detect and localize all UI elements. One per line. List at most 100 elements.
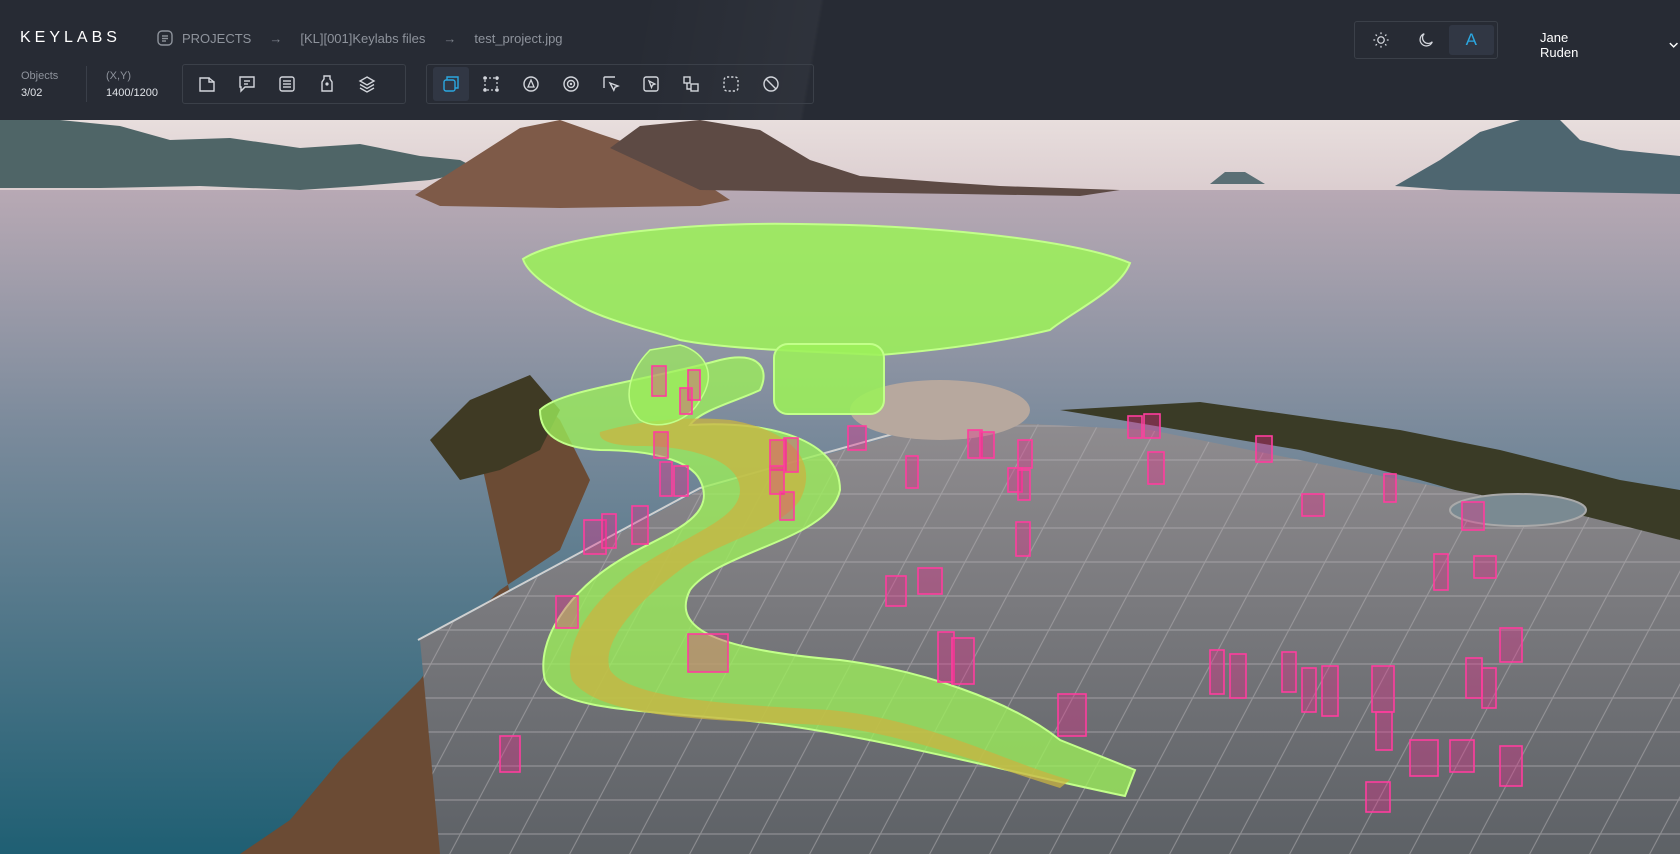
person-bbox[interactable] — [1365, 781, 1391, 813]
person-bbox[interactable] — [1383, 473, 1397, 503]
bounding-box-icon — [443, 76, 459, 92]
tool-bounding-box[interactable] — [433, 67, 469, 101]
tool-tag[interactable] — [309, 67, 345, 101]
person-bbox[interactable] — [679, 387, 693, 415]
tool-list[interactable] — [269, 67, 305, 101]
coordinates-readout: (X,Y) 1400/1200 — [106, 68, 158, 102]
person-bbox[interactable] — [1255, 435, 1273, 463]
polygon-icon — [523, 76, 539, 92]
person-bbox[interactable] — [1499, 745, 1523, 787]
person-bbox[interactable] — [1409, 739, 1439, 777]
person-bbox[interactable] — [1057, 693, 1087, 737]
segment-icon — [563, 76, 579, 92]
person-bbox[interactable] — [1147, 451, 1165, 485]
divider — [86, 66, 87, 102]
app-logo[interactable]: KEYLABS — [20, 29, 121, 47]
breadcrumb-separator: → — [269, 30, 283, 46]
person-bbox[interactable] — [1281, 651, 1297, 693]
person-bbox[interactable] — [769, 465, 785, 495]
person-bbox[interactable] — [1143, 413, 1161, 439]
tool-keypoints[interactable] — [473, 67, 509, 101]
person-bbox[interactable] — [1127, 415, 1143, 439]
person-bbox[interactable] — [779, 491, 795, 521]
person-bbox[interactable] — [1473, 555, 1497, 579]
layers-icon — [358, 76, 376, 93]
auto-theme-icon: A — [1465, 30, 1477, 49]
person-bbox[interactable] — [1017, 439, 1033, 469]
breadcrumb-folder[interactable]: [KL][001]Keylabs files — [300, 31, 425, 46]
person-bbox[interactable] — [1209, 649, 1225, 695]
top-bar: KEYLABS PROJECTS → [KL][001]Keylabs file… — [0, 0, 1680, 120]
toolbar-group-annotation — [426, 64, 814, 104]
theme-light-button[interactable] — [1358, 25, 1403, 55]
tool-area-select[interactable] — [713, 67, 749, 101]
comment-icon — [239, 76, 255, 93]
objects-counter: Objects 3/02 — [21, 68, 58, 102]
annotated-image[interactable] — [0, 120, 1680, 854]
user-menu[interactable]: Jane Ruden — [1540, 30, 1680, 60]
person-bbox[interactable] — [905, 455, 919, 489]
toolbar-group-general — [182, 64, 406, 104]
person-bbox[interactable] — [659, 461, 673, 497]
document-icon[interactable] — [156, 29, 174, 47]
tool-click-select[interactable] — [633, 67, 669, 101]
person-bbox[interactable] — [653, 431, 669, 459]
sun-icon — [1373, 32, 1389, 48]
theme-auto-button[interactable]: A — [1448, 25, 1494, 55]
person-bbox[interactable] — [1301, 493, 1325, 517]
person-bbox[interactable] — [499, 735, 521, 773]
annotation-canvas[interactable] — [0, 120, 1680, 854]
objects-label: Objects — [21, 70, 59, 82]
person-bbox[interactable] — [601, 513, 617, 549]
person-bbox[interactable] — [1375, 711, 1393, 751]
person-bbox[interactable] — [1229, 653, 1247, 699]
person-bbox[interactable] — [631, 505, 649, 545]
person-bbox[interactable] — [651, 365, 667, 397]
person-bbox[interactable] — [783, 437, 799, 473]
tool-polygon[interactable] — [513, 67, 549, 101]
erase-icon — [763, 76, 779, 92]
person-bbox[interactable] — [1433, 553, 1449, 591]
tool-segment[interactable] — [553, 67, 589, 101]
keypoints-icon — [483, 76, 499, 92]
list-icon — [279, 76, 295, 92]
person-bbox[interactable] — [1461, 501, 1485, 531]
theme-dark-button[interactable] — [1403, 25, 1448, 55]
person-bbox[interactable] — [979, 431, 995, 459]
breadcrumb: PROJECTS → [KL][001]Keylabs files → test… — [156, 29, 563, 47]
person-bbox[interactable] — [1321, 665, 1339, 717]
person-bbox[interactable] — [1301, 667, 1317, 713]
coords-value: 1400/1200 — [106, 87, 158, 99]
person-bbox[interactable] — [673, 465, 689, 497]
tool-comment[interactable] — [229, 67, 265, 101]
user-name: Jane Ruden — [1540, 30, 1579, 60]
person-bbox[interactable] — [687, 633, 729, 673]
tool-polygon-edit[interactable] — [189, 67, 225, 101]
person-bbox[interactable] — [951, 637, 975, 685]
area-select-icon — [723, 76, 739, 92]
cuboid-icon — [683, 76, 699, 92]
person-bbox[interactable] — [885, 575, 907, 607]
person-bbox[interactable] — [1481, 667, 1497, 709]
person-bbox[interactable] — [1371, 665, 1395, 713]
tool-cuboid[interactable] — [673, 67, 709, 101]
tool-layers[interactable] — [349, 67, 385, 101]
tool-cursor-select[interactable] — [593, 67, 629, 101]
moon-icon — [1419, 33, 1433, 47]
chevron-down-icon — [1669, 42, 1678, 48]
breadcrumb-file[interactable]: test_project.jpg — [474, 31, 562, 46]
cursor-select-icon — [603, 76, 620, 92]
person-bbox[interactable] — [1465, 657, 1483, 699]
person-bbox[interactable] — [1015, 521, 1031, 557]
person-bbox[interactable] — [917, 567, 943, 595]
person-bbox[interactable] — [555, 595, 579, 629]
tool-erase[interactable] — [753, 67, 789, 101]
museum-column-mask[interactable] — [773, 343, 885, 415]
person-bbox[interactable] — [1017, 469, 1031, 501]
person-bbox[interactable] — [847, 425, 867, 451]
person-bbox[interactable] — [1449, 739, 1475, 773]
person-bbox[interactable] — [1499, 627, 1523, 663]
polygon-edit-icon — [199, 77, 215, 92]
tag-icon — [321, 75, 333, 92]
breadcrumb-projects[interactable]: PROJECTS — [182, 31, 251, 46]
